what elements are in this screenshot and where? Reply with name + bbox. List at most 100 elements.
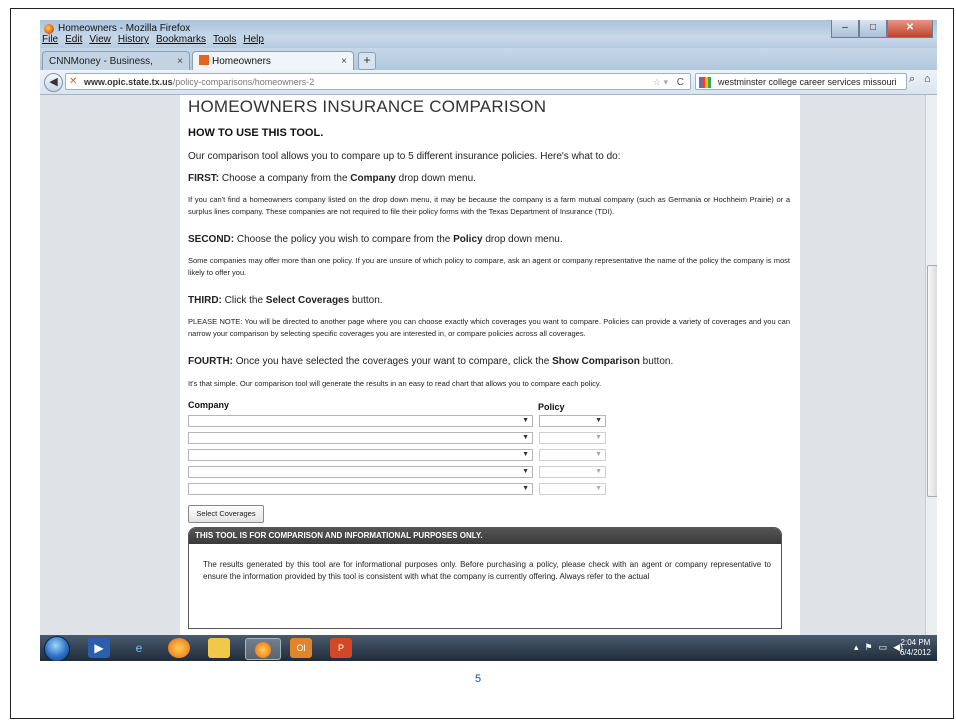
- window-title: Homeowners - Mozilla Firefox: [44, 23, 190, 34]
- system-tray: ▴ ⚑ ▭ ◀): [854, 642, 903, 653]
- policy-select-4[interactable]: ▼: [539, 466, 606, 478]
- policy-select-2[interactable]: ▼: [539, 432, 606, 444]
- clock-time: 2:04 PM: [900, 638, 931, 647]
- address-bar[interactable]: ✕ www.opic.state.tx.us/policy-comparison…: [65, 73, 691, 90]
- search-text: westminster college career services miss…: [718, 77, 897, 87]
- menu-bar: File Edit View History Bookmarks Tools H…: [42, 34, 264, 45]
- policy-label: Policy: [538, 402, 565, 412]
- tab-close-icon[interactable]: ×: [341, 52, 347, 71]
- chevron-down-icon: ▼: [595, 451, 602, 458]
- search-field[interactable]: westminster college career services miss…: [695, 73, 907, 90]
- page-viewport: HOMEOWNERS INSURANCE COMPARISON HOW TO U…: [40, 95, 937, 635]
- url-path: /policy-comparisons/homeowners-2: [172, 77, 315, 87]
- menu-view[interactable]: View: [89, 34, 111, 45]
- menu-history[interactable]: History: [118, 34, 149, 45]
- firefox-icon: [44, 23, 54, 34]
- step-fourth: FOURTH: Once you have selected the cover…: [188, 355, 790, 368]
- step-text: button.: [639, 356, 674, 367]
- vertical-scrollbar[interactable]: [925, 95, 937, 635]
- company-select-4[interactable]: ▼: [188, 466, 533, 478]
- company-select-3[interactable]: ▼: [188, 449, 533, 461]
- outlook-icon[interactable]: Ol: [290, 638, 312, 658]
- bookmark-star-icon[interactable]: ☆ ▾: [653, 74, 668, 91]
- navigation-bar: ◀ ✕ www.opic.state.tx.us/policy-comparis…: [40, 70, 937, 95]
- step-first: FIRST: Choose a company from the Company…: [188, 172, 790, 185]
- internet-explorer-icon[interactable]: e: [128, 638, 150, 658]
- tab-close-icon[interactable]: ×: [177, 52, 183, 71]
- step-text: drop down menu.: [395, 173, 476, 184]
- scrollbar-thumb[interactable]: [927, 265, 937, 497]
- company-label: Company: [188, 400, 230, 410]
- page-subtitle: HOW TO USE THIS TOOL.: [188, 127, 324, 139]
- policy-select-5[interactable]: ▼: [539, 483, 606, 495]
- disclaimer-text: The results generated by this tool are f…: [203, 560, 771, 581]
- window-title-text: Homeowners - Mozilla Firefox: [58, 23, 191, 34]
- flag-icon[interactable]: ⚑: [864, 642, 872, 653]
- url-host: www.opic.state.tx.us: [84, 77, 173, 87]
- company-select-1[interactable]: ▼: [188, 415, 533, 427]
- company-select-2[interactable]: ▼: [188, 432, 533, 444]
- step-label: FIRST:: [188, 173, 220, 184]
- step-text: Once you have selected the coverages you…: [233, 356, 553, 367]
- third-note: PLEASE NOTE: You will be directed to ano…: [188, 317, 790, 338]
- policy-select-3[interactable]: ▼: [539, 449, 606, 461]
- menu-bookmarks[interactable]: Bookmarks: [156, 34, 206, 45]
- chevron-down-icon: ▼: [522, 451, 529, 458]
- search-icon[interactable]: ⌕: [909, 73, 915, 86]
- step-label: FOURTH:: [188, 356, 233, 367]
- reload-icon[interactable]: C: [677, 74, 684, 91]
- step-bold: Select Coverages: [265, 295, 350, 306]
- maximize-button[interactable]: □: [859, 20, 887, 38]
- tab-label: Homeowners: [212, 56, 271, 67]
- company-select-5[interactable]: ▼: [188, 483, 533, 495]
- home-icon[interactable]: ⌂: [924, 73, 931, 85]
- firefox-active-taskbar-icon[interactable]: [245, 638, 281, 660]
- google-icon: [699, 77, 711, 88]
- chevron-down-icon: ▼: [522, 468, 529, 475]
- step-text: button.: [349, 295, 383, 306]
- chevron-down-icon: ▼: [595, 485, 602, 492]
- tab-cnnmoney[interactable]: CNNMoney - Business, financial and ... ×: [42, 51, 190, 86]
- start-button[interactable]: [44, 636, 70, 661]
- step-text: drop down menu.: [482, 234, 563, 245]
- firefox-taskbar-icon[interactable]: [168, 638, 190, 658]
- intro-text: Our comparison tool allows you to compar…: [188, 151, 621, 162]
- step-text: Choose a company from the: [219, 173, 351, 184]
- close-window-button[interactable]: ✕: [887, 20, 933, 38]
- minimize-button[interactable]: –: [831, 20, 859, 38]
- select-coverages-button[interactable]: Select Coverages: [188, 505, 264, 523]
- policy-select-1[interactable]: ▼: [539, 415, 606, 427]
- tray-arrow-icon[interactable]: ▴: [854, 642, 859, 653]
- menu-file[interactable]: File: [42, 34, 58, 45]
- window-controls: – □ ✕: [831, 20, 933, 38]
- menu-help[interactable]: Help: [243, 34, 264, 45]
- media-player-icon[interactable]: ▶: [88, 638, 110, 658]
- tab-strip: CNNMoney - Business, financial and ... ×…: [40, 48, 937, 86]
- back-button[interactable]: ◀: [44, 73, 63, 92]
- step-second: SECOND: Choose the policy you wish to co…: [188, 233, 790, 246]
- chevron-down-icon: ▼: [522, 485, 529, 492]
- chevron-down-icon: ▼: [522, 434, 529, 441]
- chevron-down-icon: ▼: [595, 417, 602, 424]
- new-tab-button[interactable]: +: [358, 52, 376, 70]
- page-title: HOMEOWNERS INSURANCE COMPARISON: [188, 97, 547, 116]
- clock[interactable]: 2:04 PM 6/4/2012: [900, 638, 931, 658]
- step-label: SECOND:: [188, 234, 235, 245]
- folder-icon[interactable]: [208, 638, 230, 658]
- menu-edit[interactable]: Edit: [65, 34, 82, 45]
- disclaimer-box: THIS TOOL IS FOR COMPARISON AND INFORMAT…: [188, 527, 782, 629]
- clock-date: 6/4/2012: [899, 648, 931, 657]
- step-bold: Policy: [453, 234, 483, 245]
- network-icon[interactable]: ▭: [879, 642, 888, 653]
- powerpoint-icon[interactable]: P: [330, 638, 352, 658]
- step-third: THIRD: Click the Select Coverages button…: [188, 294, 790, 307]
- title-bar: Homeowners - Mozilla Firefox – □ ✕ File …: [40, 20, 937, 48]
- slide-number: 5: [474, 673, 482, 685]
- menu-tools[interactable]: Tools: [213, 34, 236, 45]
- chevron-down-icon: ▼: [522, 417, 529, 424]
- fourth-note: It's that simple. Our comparison tool wi…: [188, 379, 602, 388]
- first-note: If you can't find a homeowners company l…: [188, 195, 790, 216]
- browser-screenshot: Homeowners - Mozilla Firefox – □ ✕ File …: [40, 20, 937, 661]
- tab-homeowners[interactable]: Homeowners ×: [192, 51, 354, 70]
- site-identity-icon: ✕: [69, 76, 78, 87]
